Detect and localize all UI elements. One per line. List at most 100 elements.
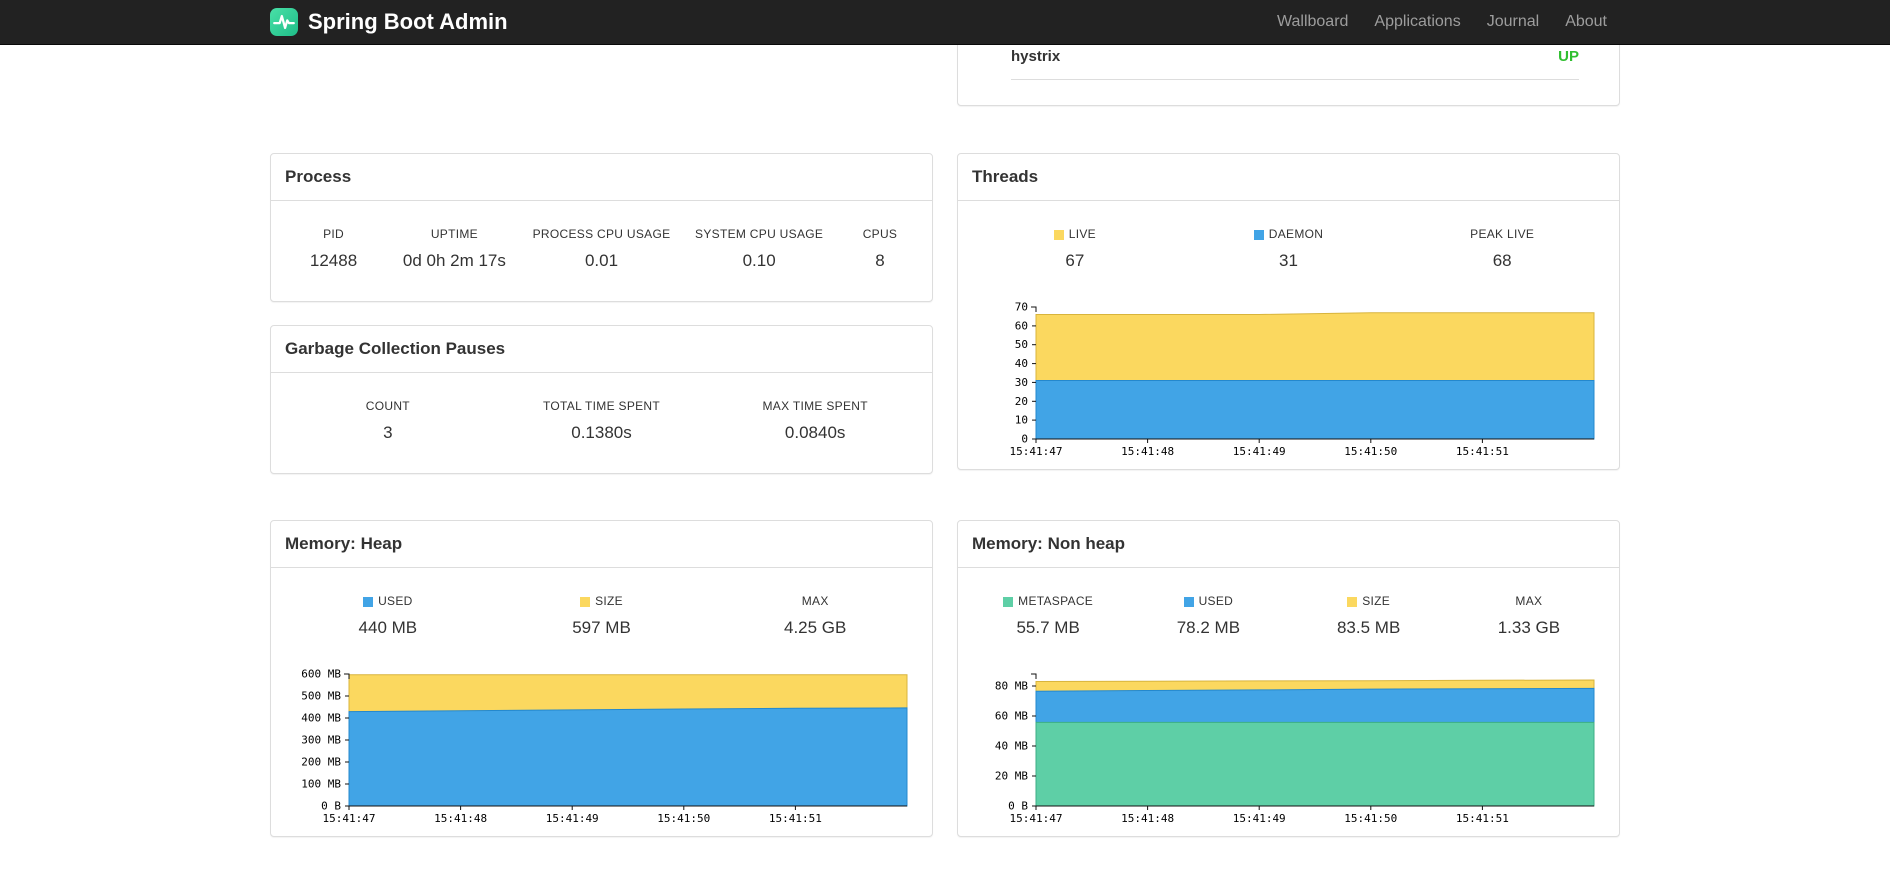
stat-label: MAX (1515, 594, 1543, 608)
svg-text:30: 30 (1015, 376, 1028, 389)
svg-text:15:41:49: 15:41:49 (1233, 812, 1286, 825)
process-panel: Process PID 12488 UPTIME 0d 0h 2m 17s PR… (270, 153, 933, 302)
stat-value: 597 MB (572, 618, 631, 637)
stat-value: 31 (1279, 251, 1298, 270)
main-container: hystrix UP Process PID 12488 UPTIME 0d 0… (270, 5, 1620, 837)
nonheap-chart: 0 B 20 MB 40 MB 60 MB 80 MB 15:41:47 15:41:48 1… (961, 668, 1601, 830)
gc-stats: COUNT 3 TOTAL TIME SPENT 0.1380s MAX TIM… (271, 373, 932, 473)
stat-heap-max: MAX 4.25 GB (708, 594, 922, 638)
stat-label: USED (1128, 594, 1288, 609)
threads-panel: Threads LIVE 67 DAEMON 31 PEAK LIVE 68 0… (957, 153, 1620, 470)
stat-value: 4.25 GB (783, 618, 847, 637)
svg-text:400 MB: 400 MB (301, 712, 341, 725)
stat-label-text: SIZE (1362, 594, 1391, 608)
svg-text:500 MB: 500 MB (301, 690, 341, 703)
row1-right-col: Threads LIVE 67 DAEMON 31 PEAK LIVE 68 0… (957, 153, 1620, 474)
navbar: Spring Boot Admin Wallboard Applications… (0, 0, 1890, 45)
stat-heap-size: SIZE 597 MB (495, 594, 709, 638)
legend-swatch-size (1347, 596, 1358, 607)
svg-text:15:41:50: 15:41:50 (1344, 445, 1397, 458)
stat-value: 0.01 (584, 251, 619, 270)
stat-pid: PID 12488 (281, 227, 386, 271)
stat-threads-live: LIVE 67 (968, 227, 1182, 271)
svg-text:15:41:47: 15:41:47 (1010, 445, 1063, 458)
stat-value: 440 MB (358, 618, 418, 637)
svg-text:60 MB: 60 MB (995, 710, 1028, 723)
stat-process-cpu: PROCESS CPU USAGE 0.01 (523, 227, 681, 271)
health-row-label: hystrix (1011, 48, 1061, 65)
svg-text:15:41:49: 15:41:49 (1233, 445, 1286, 458)
heap-panel-title: Memory: Heap (271, 521, 932, 568)
svg-text:15:41:51: 15:41:51 (769, 812, 822, 825)
row2-right-col: Memory: Non heap METASPACE 55.7 MB USED (957, 520, 1620, 837)
svg-text:15:41:48: 15:41:48 (1121, 445, 1174, 458)
metrics-row-2: Memory: Heap USED 440 MB SIZE 597 MB MAX… (270, 520, 1620, 837)
threads-chart: 0 10 20 30 40 50 60 70 15:41:47 15:41:48 15:41:49 1… (961, 301, 1601, 463)
stat-uptime: UPTIME 0d 0h 2m 17s (386, 227, 523, 271)
svg-text:40: 40 (1015, 357, 1028, 370)
stat-label: CPUS (862, 227, 898, 241)
stat-label: SYSTEM CPU USAGE (695, 227, 824, 241)
metrics-row-1: Process PID 12488 UPTIME 0d 0h 2m 17s PR… (270, 153, 1620, 474)
nav-item-wallboard[interactable]: Wallboard (1264, 13, 1361, 31)
stat-label: MAX TIME SPENT (762, 399, 868, 413)
svg-text:20: 20 (1015, 395, 1028, 408)
nonheap-legend: METASPACE 55.7 MB USED 78.2 MB SIZE 83.5… (958, 568, 1619, 668)
svg-text:15:41:51: 15:41:51 (1456, 812, 1509, 825)
stat-value: 0.0840s (784, 423, 846, 442)
stat-label: COUNT (365, 399, 410, 413)
svg-text:15:41:50: 15:41:50 (1344, 812, 1397, 825)
svg-text:15:41:50: 15:41:50 (657, 812, 710, 825)
threads-panel-title: Threads (958, 154, 1619, 201)
threads-legend: LIVE 67 DAEMON 31 PEAK LIVE 68 (958, 201, 1619, 301)
svg-text:20 MB: 20 MB (995, 770, 1028, 783)
legend-swatch-daemon (1253, 229, 1264, 240)
svg-text:40 MB: 40 MB (995, 740, 1028, 753)
process-stats: PID 12488 UPTIME 0d 0h 2m 17s PROCESS CP… (271, 201, 932, 301)
stat-value: 0.1380s (571, 423, 632, 442)
brand-link[interactable]: Spring Boot Admin (270, 8, 508, 36)
stat-label: MAX (801, 594, 829, 608)
stat-label-text: LIVE (1068, 227, 1096, 241)
svg-text:0 B: 0 B (1008, 800, 1028, 813)
legend-swatch-live (1053, 229, 1064, 240)
top-row-left-empty (270, 45, 933, 106)
nonheap-panel-title: Memory: Non heap (958, 521, 1619, 568)
svg-text:50: 50 (1015, 338, 1028, 351)
stat-label-text: SIZE (595, 594, 623, 608)
process-panel-title: Process (271, 154, 932, 201)
stat-label-text: METASPACE (1018, 594, 1094, 608)
stat-nonheap-metaspace: METASPACE 55.7 MB (968, 594, 1128, 638)
stat-threads-peak: PEAK LIVE 68 (1395, 227, 1609, 271)
row1-left-col: Process PID 12488 UPTIME 0d 0h 2m 17s PR… (270, 153, 933, 474)
svg-text:0: 0 (1021, 433, 1028, 446)
svg-text:100 MB: 100 MB (301, 778, 341, 791)
nav-item-journal[interactable]: Journal (1474, 13, 1552, 31)
top-row-right: hystrix UP (957, 5, 1620, 106)
stat-cpus: CPUS 8 (838, 227, 922, 271)
nav-item-applications[interactable]: Applications (1361, 13, 1473, 31)
svg-text:70: 70 (1015, 301, 1028, 314)
stat-gc-total-time: TOTAL TIME SPENT 0.1380s (495, 399, 709, 443)
stat-threads-daemon: DAEMON 31 (1182, 227, 1396, 271)
stat-label: PROCESS CPU USAGE (532, 227, 671, 241)
heap-panel: Memory: Heap USED 440 MB SIZE 597 MB MAX… (270, 520, 933, 837)
svg-text:600 MB: 600 MB (301, 668, 341, 681)
stat-nonheap-size: SIZE 83.5 MB (1289, 594, 1449, 638)
stat-label-text: DAEMON (1268, 227, 1324, 241)
legend-swatch-used (363, 596, 374, 607)
stat-label: SIZE (495, 594, 709, 609)
svg-text:200 MB: 200 MB (301, 756, 341, 769)
svg-text:80 MB: 80 MB (995, 680, 1028, 693)
svg-text:15:41:47: 15:41:47 (1010, 812, 1063, 825)
stat-label: PID (323, 227, 344, 241)
stat-label-text: USED (378, 594, 413, 608)
stat-value: 68 (1492, 251, 1512, 270)
row2-left-col: Memory: Heap USED 440 MB SIZE 597 MB MAX… (270, 520, 933, 837)
nav-item-about[interactable]: About (1552, 13, 1620, 31)
stat-value: 67 (1065, 251, 1085, 270)
stat-value: 3 (383, 423, 393, 442)
stat-system-cpu: SYSTEM CPU USAGE 0.10 (680, 227, 838, 271)
health-row-hystrix: hystrix UP (1011, 47, 1579, 80)
svg-text:300 MB: 300 MB (301, 734, 341, 747)
